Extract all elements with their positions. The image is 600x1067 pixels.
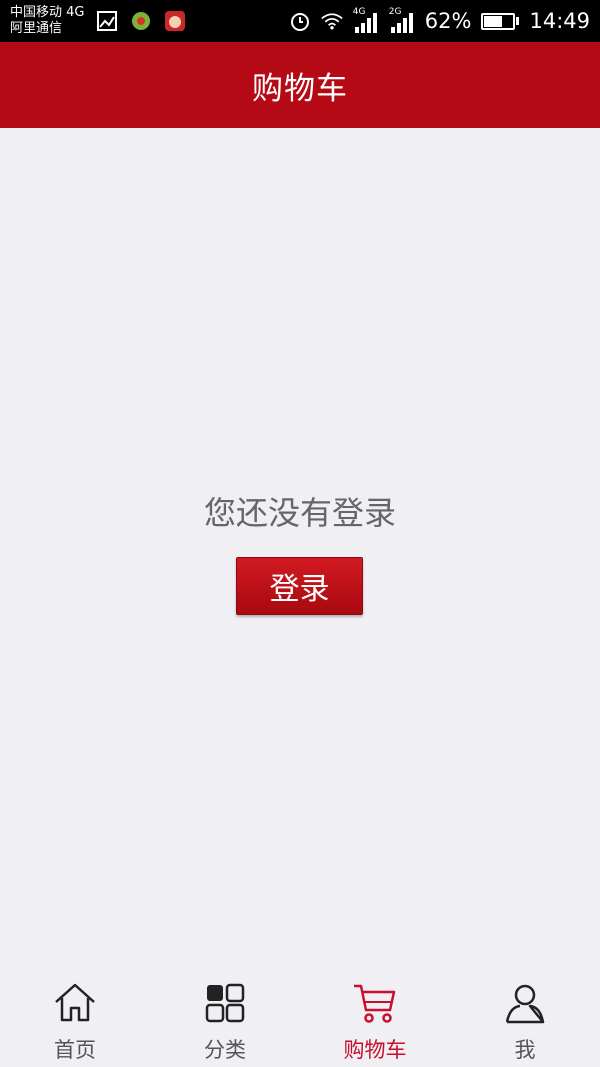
cart-icon bbox=[354, 984, 396, 1023]
wifi-icon bbox=[321, 10, 343, 32]
login-button[interactable]: 登录 bbox=[236, 557, 363, 615]
page-title: 购物车 bbox=[252, 70, 348, 107]
battery-percent: 62% bbox=[424, 9, 472, 33]
clock: 14:49 bbox=[529, 9, 590, 33]
app-icon bbox=[130, 10, 152, 32]
status-bar: 中国移动 4G 阿里通信 4G 2G 62% 14:49 bbox=[0, 0, 600, 42]
carrier-line-1: 中国移动 4G bbox=[10, 5, 85, 20]
carrier-info: 中国移动 4G 阿里通信 bbox=[10, 5, 84, 37]
tab-me-label: 我 bbox=[514, 1038, 536, 1062]
not-logged-in-message: 您还没有登录 bbox=[203, 494, 396, 532]
network-type-label: 4G bbox=[352, 7, 366, 17]
tab-home[interactable]: 首页 bbox=[0, 970, 150, 1067]
network-type-label: 2G bbox=[388, 7, 402, 17]
image-icon bbox=[96, 10, 118, 32]
tab-home-label: 首页 bbox=[54, 1038, 96, 1062]
title-bar: 购物车 bbox=[0, 42, 600, 128]
tab-category-label: 分类 bbox=[204, 1038, 246, 1062]
user-icon bbox=[505, 984, 545, 1024]
app-icon-2 bbox=[164, 10, 186, 32]
signal-icon: 2G bbox=[388, 7, 415, 33]
tab-category[interactable]: 分类 bbox=[150, 970, 300, 1067]
bottom-tab-bar: 首页 分类 购物车 我 bbox=[0, 970, 600, 1067]
alarm-icon bbox=[289, 10, 311, 32]
battery-icon bbox=[481, 12, 520, 30]
signal-icon: 4G bbox=[352, 7, 379, 33]
tab-cart[interactable]: 购物车 bbox=[300, 970, 450, 1067]
tab-me[interactable]: 我 bbox=[450, 970, 600, 1067]
home-icon bbox=[55, 983, 95, 1022]
grid-icon bbox=[205, 983, 245, 1023]
cart-content: 您还没有登录 登录 bbox=[0, 128, 600, 970]
carrier-line-2: 阿里通信 bbox=[10, 21, 63, 36]
tab-cart-label: 购物车 bbox=[343, 1038, 407, 1062]
